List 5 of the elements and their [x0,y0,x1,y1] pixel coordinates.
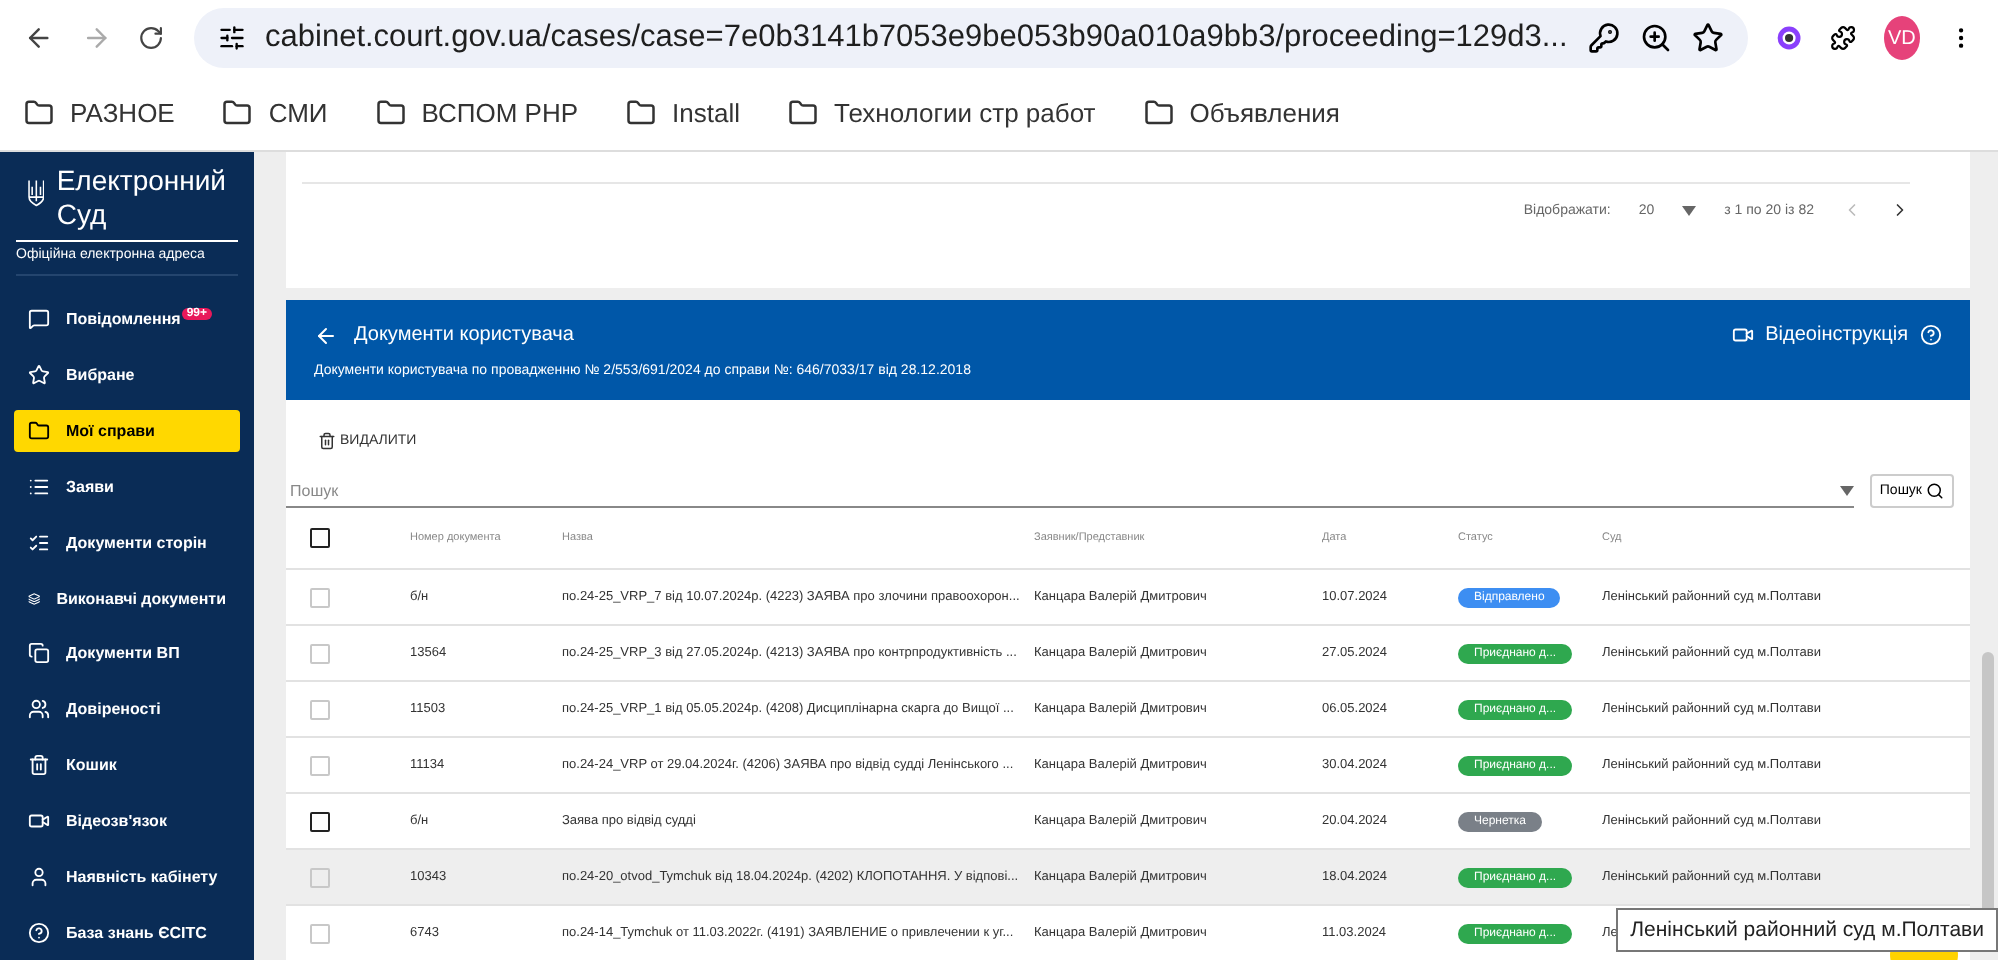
logo-text: Електронний [56,164,226,198]
tooltip: Ленінський районний суд м.Полтави [1616,908,1998,952]
logo-text: Суд [56,198,109,232]
header-title: Документи користувача [354,324,576,346]
url-text: cabinet.court.gov.ua/cases/case=7e0b3141b7053e9be053b90a010a9bb3/proceeding=129d3... [265,20,1568,56]
